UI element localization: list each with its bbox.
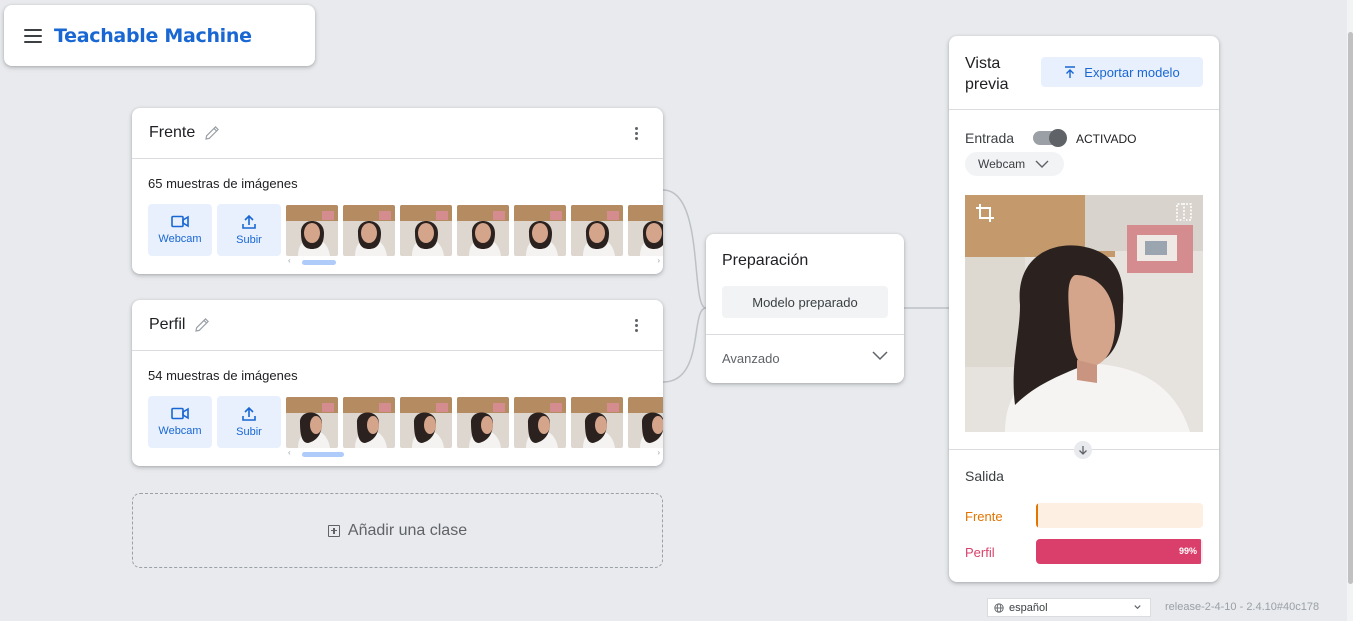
webcam-feed bbox=[965, 195, 1203, 432]
crop-icon[interactable] bbox=[975, 203, 995, 223]
sample-thumbnail[interactable] bbox=[514, 397, 566, 448]
add-class-button[interactable]: Añadir una clase bbox=[132, 493, 663, 568]
add-class-label: Añadir una clase bbox=[347, 521, 468, 539]
confidence-fill bbox=[1036, 503, 1038, 528]
sample-thumbnail[interactable] bbox=[343, 205, 395, 256]
sample-count: 54 muestras de imágenes bbox=[148, 368, 298, 383]
export-model-label: Exportar modelo bbox=[1084, 64, 1180, 80]
page-scrollbar[interactable] bbox=[1347, 0, 1353, 621]
thumbnail-scrollbar[interactable]: ‹ › bbox=[288, 256, 660, 265]
output-row: Frente bbox=[965, 503, 1203, 528]
globe-icon bbox=[994, 602, 1004, 613]
sample-thumbnail[interactable] bbox=[286, 397, 338, 448]
language-select[interactable]: español bbox=[987, 598, 1151, 617]
class-card: Frente 65 muestras de imágenes Webcam Su… bbox=[132, 108, 663, 274]
output-title: Salida bbox=[965, 468, 1004, 484]
class-card: Perfil 54 muestras de imágenes Webcam Su… bbox=[132, 300, 663, 466]
webcam-button-label: Webcam bbox=[158, 233, 202, 245]
sample-thumbnail[interactable] bbox=[400, 397, 452, 448]
scroll-right-icon[interactable]: › bbox=[657, 256, 660, 265]
scroll-left-icon[interactable]: ‹ bbox=[288, 448, 291, 457]
scroll-thumb[interactable] bbox=[302, 260, 336, 265]
confidence-percent: 99% bbox=[1178, 546, 1197, 556]
training-panel: Preparación Modelo preparado Avanzado bbox=[706, 234, 904, 383]
upload-icon bbox=[242, 214, 256, 229]
edit-pencil-icon[interactable] bbox=[203, 124, 221, 142]
class-header: Frente bbox=[132, 108, 663, 159]
sample-thumbnail-strip bbox=[286, 205, 663, 256]
sample-thumbnail[interactable] bbox=[628, 397, 663, 448]
upload-button-label: Subir bbox=[236, 234, 262, 246]
videocam-icon bbox=[171, 407, 189, 420]
upload-button[interactable]: Subir bbox=[217, 204, 281, 256]
webcam-button[interactable]: Webcam bbox=[148, 204, 212, 256]
sample-thumbnail[interactable] bbox=[457, 397, 509, 448]
preview-title: Vista previa bbox=[965, 55, 1009, 93]
confidence-fill bbox=[1036, 539, 1202, 564]
preview-panel: Vista previa Exportar modelo Entrada ACT… bbox=[949, 36, 1219, 582]
more-options-icon[interactable] bbox=[635, 127, 639, 140]
webcam-button-label: Webcam bbox=[158, 425, 202, 437]
input-toggle[interactable] bbox=[1033, 129, 1067, 147]
sample-thumbnail[interactable] bbox=[571, 397, 623, 448]
app-header: Teachable Machine bbox=[4, 5, 315, 66]
sample-thumbnail[interactable] bbox=[457, 205, 509, 256]
output-class-label: Frente bbox=[965, 509, 1003, 524]
chevron-down-icon bbox=[1035, 160, 1049, 168]
advanced-toggle[interactable]: Avanzado bbox=[722, 351, 780, 366]
sample-thumbnail[interactable] bbox=[571, 205, 623, 256]
training-title: Preparación bbox=[722, 252, 809, 269]
scroll-left-icon[interactable]: ‹ bbox=[288, 256, 291, 265]
class-name[interactable]: Frente bbox=[149, 124, 195, 142]
upload-button[interactable]: Subir bbox=[217, 396, 281, 448]
input-label: Entrada bbox=[965, 130, 1015, 146]
export-model-button[interactable]: Exportar modelo bbox=[1041, 57, 1203, 87]
sample-thumbnail[interactable] bbox=[400, 205, 452, 256]
edit-pencil-icon[interactable] bbox=[193, 316, 211, 334]
sample-thumbnail-strip bbox=[286, 397, 663, 448]
language-value: español bbox=[1009, 601, 1048, 614]
more-options-icon[interactable] bbox=[635, 319, 639, 332]
input-source-select[interactable]: Webcam bbox=[965, 152, 1064, 176]
scroll-right-icon[interactable]: › bbox=[657, 448, 660, 457]
add-box-icon bbox=[327, 524, 340, 537]
sample-thumbnail[interactable] bbox=[514, 205, 566, 256]
menu-icon[interactable] bbox=[24, 28, 42, 43]
webcam-button[interactable]: Webcam bbox=[148, 396, 212, 448]
divider bbox=[949, 109, 1219, 110]
confidence-bar: 99% bbox=[1036, 539, 1203, 564]
confidence-bar bbox=[1036, 503, 1203, 528]
chevron-down-icon bbox=[1134, 605, 1141, 610]
sample-count: 65 muestras de imágenes bbox=[148, 176, 298, 191]
divider bbox=[706, 334, 904, 335]
chevron-down-icon[interactable] bbox=[872, 351, 888, 361]
upload-icon bbox=[242, 406, 256, 421]
arrow-down-icon bbox=[1074, 441, 1092, 459]
app-title[interactable]: Teachable Machine bbox=[54, 25, 252, 47]
sample-thumbnail[interactable] bbox=[343, 397, 395, 448]
release-version: release-2-4-10 - 2.4.10#40c178 bbox=[1165, 601, 1320, 613]
upload-icon bbox=[1065, 65, 1076, 78]
input-source-value: Webcam bbox=[978, 157, 1026, 171]
videocam-icon bbox=[171, 215, 189, 228]
train-model-button[interactable]: Modelo preparado bbox=[722, 286, 888, 318]
sample-thumbnail[interactable] bbox=[286, 205, 338, 256]
class-header: Perfil bbox=[132, 300, 663, 351]
output-class-label: Perfil bbox=[965, 545, 995, 560]
scroll-thumb[interactable] bbox=[302, 452, 344, 457]
flip-icon[interactable] bbox=[1175, 203, 1193, 221]
class-name[interactable]: Perfil bbox=[149, 316, 185, 334]
toggle-state-label: ACTIVADO bbox=[1076, 132, 1137, 146]
upload-button-label: Subir bbox=[236, 426, 262, 438]
thumbnail-scrollbar[interactable]: ‹ › bbox=[288, 448, 660, 457]
sample-thumbnail[interactable] bbox=[628, 205, 663, 256]
output-row: Perfil 99% bbox=[965, 539, 1203, 564]
